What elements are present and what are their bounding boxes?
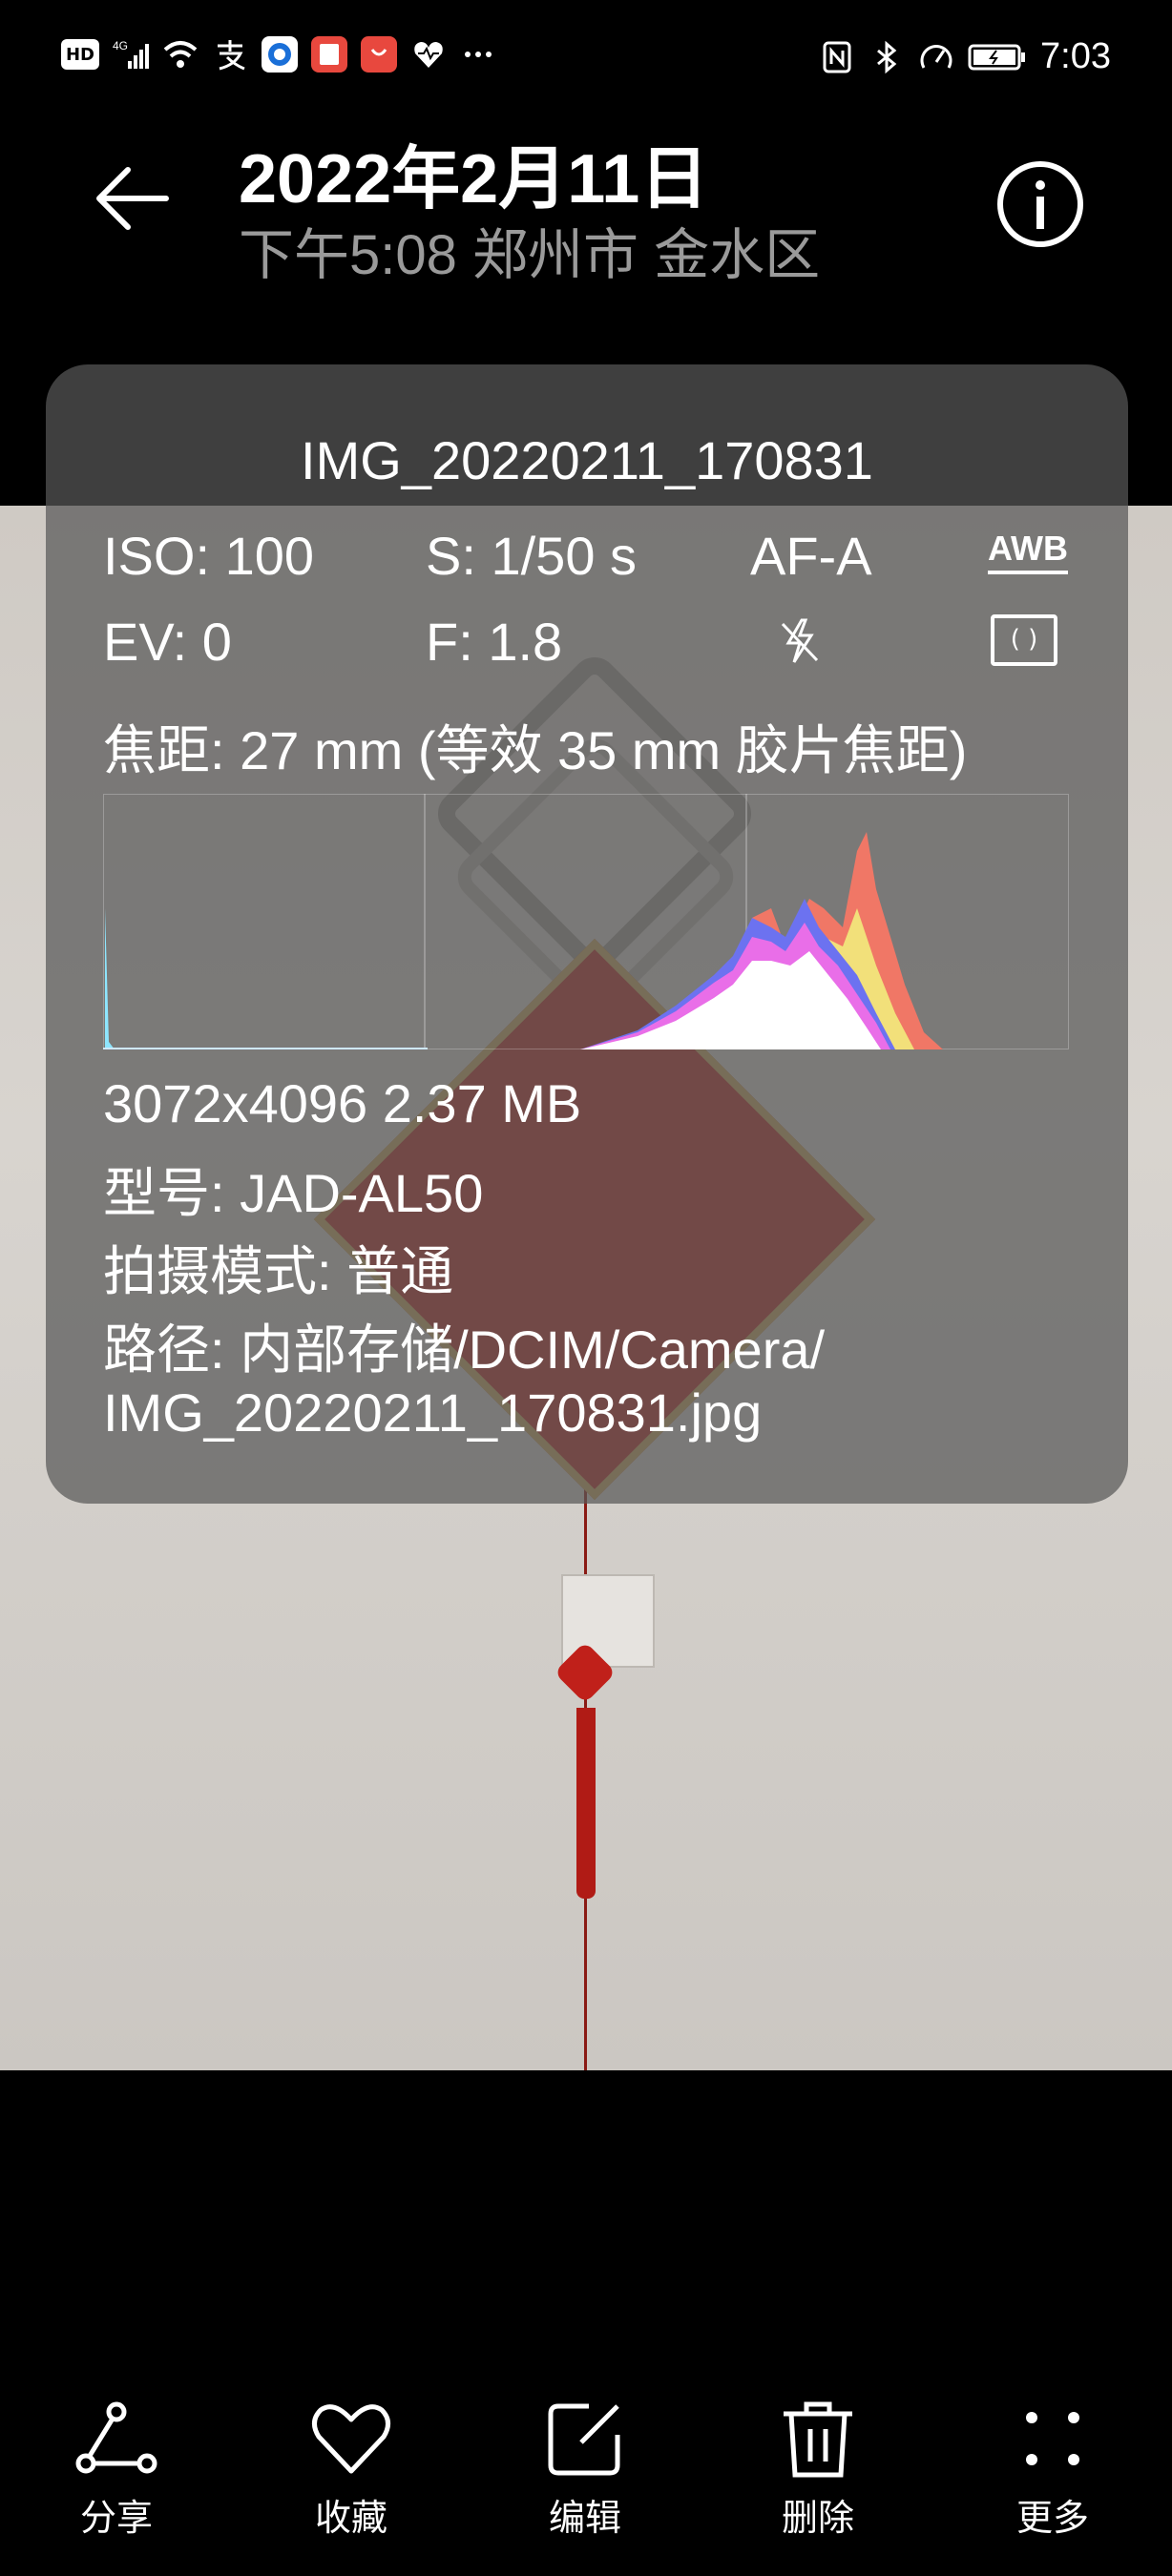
photo-details-panel: IMG_20220211_170831 ISO: 100 S: 1/50 s A… bbox=[46, 364, 1128, 1504]
info-icon bbox=[997, 161, 1083, 247]
browser-app-icon bbox=[262, 36, 298, 73]
signal-4g-icon: 4G bbox=[113, 36, 149, 73]
bottom-toolbar: 分享 收藏 编辑 删除 更多 bbox=[0, 2070, 1172, 2576]
page-title: 2022年2月11日 bbox=[239, 141, 709, 218]
delete-label: 删除 bbox=[781, 2497, 854, 2539]
trash-icon bbox=[784, 2401, 852, 2478]
capture-mode: 拍摄模式: 普通 bbox=[103, 1241, 454, 1301]
edit-button[interactable]: 编辑 bbox=[513, 2395, 657, 2541]
focal-length: 焦距: 27 mm (等效 35 mm 胶片焦距) bbox=[103, 720, 968, 780]
file-path-line2: IMG_20220211_170831.jpg bbox=[103, 1382, 763, 1443]
more-dots-icon bbox=[1026, 2412, 1079, 2465]
share-button[interactable]: 分享 bbox=[45, 2395, 188, 2541]
histogram bbox=[103, 794, 1069, 1049]
back-arrow-icon bbox=[96, 167, 169, 230]
resolution-size: 3072x4096 2.37 MB bbox=[103, 1073, 582, 1133]
shutter-value: S: 1/50 s bbox=[426, 526, 638, 586]
favorite-label: 收藏 bbox=[314, 2497, 387, 2539]
more-button[interactable]: 更多 bbox=[981, 2395, 1124, 2541]
back-button[interactable] bbox=[86, 153, 178, 244]
metering-icon: ( ) bbox=[991, 614, 1057, 666]
file-name: IMG_20220211_170831 bbox=[301, 430, 873, 490]
edit-icon bbox=[548, 2403, 620, 2476]
iso-value: ISO: 100 bbox=[103, 526, 315, 586]
delete-button[interactable]: 删除 bbox=[746, 2395, 889, 2541]
bluetooth-icon bbox=[869, 39, 905, 75]
flash-off-icon bbox=[773, 614, 827, 668]
share-label: 分享 bbox=[79, 2497, 153, 2539]
info-button[interactable] bbox=[993, 156, 1088, 252]
svg-text:4G: 4G bbox=[113, 39, 128, 52]
book-app-icon bbox=[311, 36, 347, 73]
alipay-icon bbox=[212, 36, 248, 73]
speed-icon bbox=[918, 39, 954, 75]
awb-badge: AWB bbox=[988, 529, 1068, 574]
more-label: 更多 bbox=[1015, 2497, 1089, 2539]
af-mode: AF-A bbox=[750, 526, 872, 586]
ev-value: EV: 0 bbox=[103, 612, 232, 672]
page-subtitle: 下午5:08 郑州市 金水区 bbox=[239, 224, 821, 286]
wifi-icon bbox=[162, 36, 199, 73]
more-notifications-icon bbox=[460, 36, 496, 73]
nfc-icon bbox=[819, 39, 855, 75]
huawei-store-icon bbox=[361, 36, 397, 73]
health-icon bbox=[410, 36, 447, 73]
hd-icon: HD bbox=[61, 39, 99, 70]
device-model: 型号: JAD-AL50 bbox=[103, 1163, 484, 1223]
battery-icon bbox=[968, 39, 1027, 75]
file-path-line1: 路径: 内部存储/DCIM/Camera/ bbox=[103, 1319, 826, 1380]
aperture-value: F: 1.8 bbox=[426, 612, 563, 672]
edit-label: 编辑 bbox=[548, 2497, 621, 2539]
photo-tassel bbox=[576, 1708, 596, 1899]
favorite-button[interactable]: 收藏 bbox=[280, 2395, 423, 2541]
status-time: 7:03 bbox=[1040, 36, 1111, 76]
share-icon bbox=[75, 2401, 157, 2474]
status-bar: HD 4G 7:03 bbox=[0, 0, 1172, 114]
heart-icon bbox=[312, 2404, 390, 2474]
